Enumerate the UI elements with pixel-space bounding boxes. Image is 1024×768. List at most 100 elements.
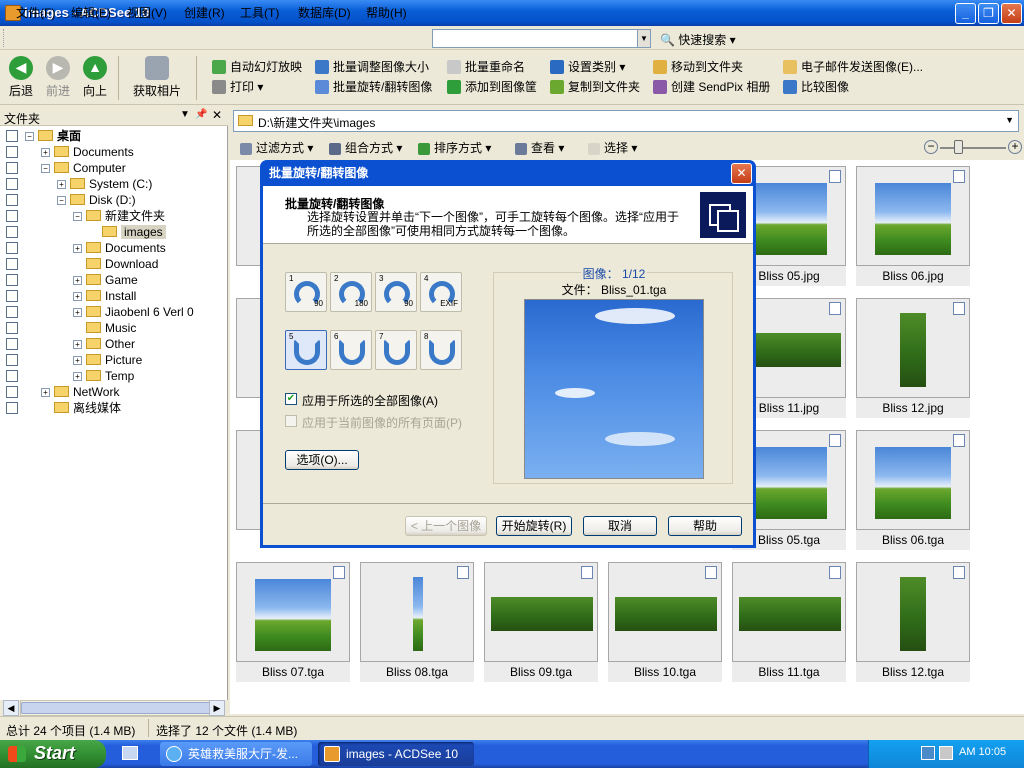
menu-help[interactable]: 帮助(H)	[366, 4, 407, 21]
tree-item[interactable]: NetWork	[54, 384, 119, 400]
forward-button[interactable]: ▶ 前进	[38, 54, 78, 99]
tree-checkbox[interactable]	[6, 210, 18, 222]
expand-icon[interactable]: +	[73, 244, 82, 253]
dialog-close-button[interactable]: ✕	[731, 163, 752, 184]
maximize-button[interactable]: ❐	[978, 3, 999, 24]
tree-checkbox[interactable]	[6, 386, 18, 398]
tree-item[interactable]: System (C:)	[70, 176, 152, 192]
network-icon[interactable]	[921, 746, 935, 760]
slideshow-button[interactable]: 自动幻灯放映	[212, 58, 302, 76]
address-bar[interactable]: D:\新建文件夹\images ▼	[233, 110, 1019, 132]
thumbnail[interactable]	[856, 562, 970, 662]
select-button[interactable]: 选择 ▾	[588, 139, 637, 157]
move-folder-button[interactable]: 移动到文件夹	[653, 58, 743, 76]
batch-rotate-button[interactable]: 批量旋转/翻转图像	[315, 78, 432, 96]
zoom-slider-thumb[interactable]	[954, 140, 963, 154]
rotate-option-7-button[interactable]: 7	[375, 330, 417, 370]
tree-checkbox[interactable]	[6, 402, 18, 414]
start-button[interactable]: Start	[0, 740, 106, 768]
apply-all-checkbox[interactable]: ✔	[285, 393, 297, 405]
menu-create[interactable]: 创建(R)	[184, 4, 225, 21]
menu-database[interactable]: 数据库(D)	[298, 4, 351, 21]
minimize-button[interactable]: _	[955, 3, 976, 24]
tree-item[interactable]: images	[102, 224, 166, 240]
start-rotate-button[interactable]: 开始旋转(R)	[496, 516, 572, 536]
zoom-out-icon[interactable]: −	[924, 140, 938, 154]
compare-button[interactable]: 比较图像	[783, 78, 849, 96]
tree-checkbox[interactable]	[6, 274, 18, 286]
quick-search-button[interactable]: 🔍 快速搜索 ▾	[660, 31, 736, 48]
expand-icon[interactable]: +	[73, 340, 82, 349]
close-button[interactable]: ✕	[1001, 3, 1022, 24]
tree-checkbox[interactable]	[6, 258, 18, 270]
email-button[interactable]: 电子邮件发送图像(E)...	[783, 58, 923, 76]
cancel-button[interactable]: 取消	[583, 516, 657, 536]
rotate-option-5-button[interactable]: 5	[285, 330, 327, 370]
tree-item[interactable]: Game	[86, 272, 138, 288]
panel-menu-icon[interactable]: ▼	[180, 109, 190, 120]
rotate-option-3-button[interactable]: 3 90	[375, 272, 417, 312]
tree-checkbox[interactable]	[6, 178, 18, 190]
show-desktop-icon[interactable]	[122, 746, 138, 760]
tree-item[interactable]: Download	[86, 256, 158, 272]
zoom-in-icon[interactable]: +	[1008, 140, 1022, 154]
tree-checkbox[interactable]	[6, 130, 18, 142]
menu-file[interactable]: 文件(F)	[16, 4, 55, 21]
copy-folder-button[interactable]: 复制到文件夹	[550, 78, 640, 96]
zoom-slider[interactable]	[940, 147, 1006, 149]
expand-icon[interactable]: +	[73, 308, 82, 317]
tree-checkbox[interactable]	[6, 290, 18, 302]
up-button[interactable]: ▲ 向上	[75, 54, 115, 99]
set-category-button[interactable]: 设置类别 ▾	[550, 58, 625, 76]
pin-icon[interactable]: 📌	[195, 109, 207, 120]
rotate-option-4-button[interactable]: 4 EXIF	[420, 272, 462, 312]
add-basket-button[interactable]: 添加到图像筐	[447, 78, 537, 96]
tree-item[interactable]: Install	[86, 288, 136, 304]
tree-item[interactable]: 离线媒体	[54, 400, 121, 416]
acquire-button[interactable]: 获取相片	[126, 54, 188, 99]
batch-rename-button[interactable]: 批量重命名	[447, 58, 525, 76]
menu-tools[interactable]: 工具(T)	[240, 4, 279, 21]
collapse-icon[interactable]: −	[73, 212, 82, 221]
tree-checkbox[interactable]	[6, 354, 18, 366]
expand-icon[interactable]: +	[73, 372, 82, 381]
view-button[interactable]: 查看 ▾	[515, 139, 564, 157]
thumbnail[interactable]	[608, 562, 722, 662]
thumbnail[interactable]	[732, 562, 846, 662]
collapse-icon[interactable]: −	[25, 132, 34, 141]
rotate-option-6-button[interactable]: 6	[330, 330, 372, 370]
batch-resize-button[interactable]: 批量调整图像大小	[315, 58, 429, 76]
back-button[interactable]: ◀ 后退	[1, 54, 41, 99]
tree-item[interactable]: Disk (D:)	[70, 192, 136, 208]
scroll-thumb[interactable]	[21, 702, 217, 714]
filter-button[interactable]: 过滤方式 ▾	[240, 139, 313, 157]
expand-icon[interactable]: +	[41, 388, 50, 397]
thumbnail[interactable]	[484, 562, 598, 662]
expand-icon[interactable]: +	[57, 180, 66, 189]
thumbnail[interactable]	[856, 430, 970, 530]
tree-checkbox[interactable]	[6, 226, 18, 238]
scroll-left-icon[interactable]: ◀	[3, 700, 19, 716]
tree-checkbox[interactable]	[6, 242, 18, 254]
help-button[interactable]: 帮助	[668, 516, 742, 536]
expand-icon[interactable]: +	[73, 356, 82, 365]
tree-item[interactable]: Picture	[86, 352, 142, 368]
taskbar-item-acdsee[interactable]: images - ACDSee 10	[318, 742, 474, 766]
expand-icon[interactable]: +	[73, 292, 82, 301]
thumbnail[interactable]	[856, 298, 970, 398]
tree-checkbox[interactable]	[6, 146, 18, 158]
taskbar-item-browser[interactable]: 英雄救美服大厅-发...	[160, 742, 312, 766]
tree-item[interactable]: Music	[86, 320, 136, 336]
print-button[interactable]: 打印 ▾	[212, 78, 263, 96]
sendpix-button[interactable]: 创建 SendPix 相册	[653, 78, 770, 96]
expand-icon[interactable]: +	[41, 148, 50, 157]
collapse-icon[interactable]: −	[41, 164, 50, 173]
options-button[interactable]: 选项(O)...	[285, 450, 359, 470]
panel-close-icon[interactable]: ✕	[212, 108, 222, 122]
tree-item[interactable]: Temp	[86, 368, 134, 384]
collapse-icon[interactable]: −	[57, 196, 66, 205]
tree-item[interactable]: 新建文件夹	[86, 208, 165, 224]
tree-item[interactable]: Computer	[54, 160, 126, 176]
search-dropdown-icon[interactable]: ▼	[637, 29, 651, 48]
tree-checkbox[interactable]	[6, 306, 18, 318]
